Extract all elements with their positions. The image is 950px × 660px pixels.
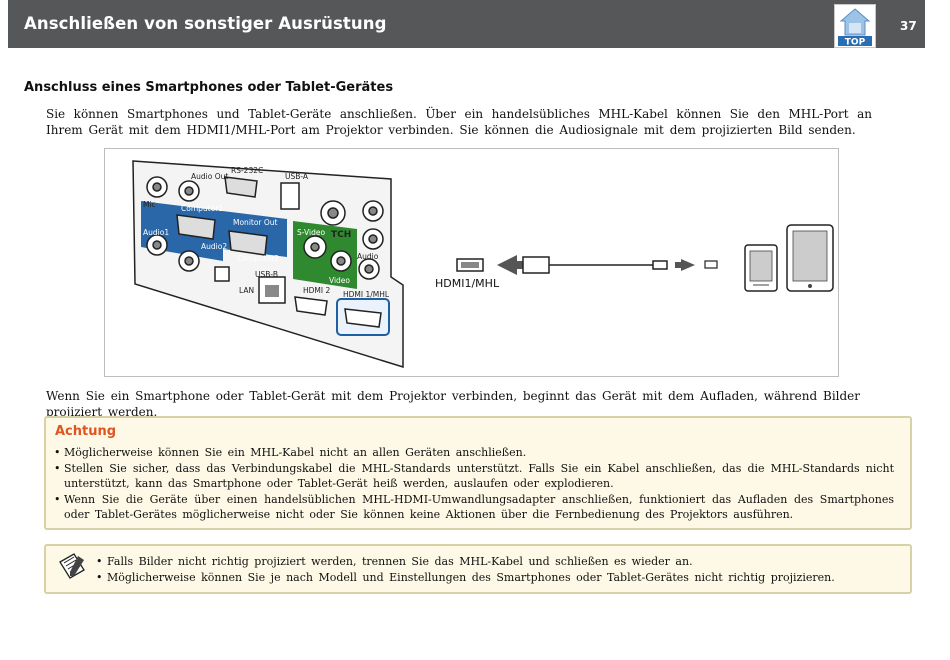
home-top-icon: TOP: [838, 8, 872, 48]
list-item: • Stellen Sie sicher, dass das Verbindung…: [54, 461, 894, 492]
section-title: Anschluss eines Smartphones oder Tablet-…: [24, 80, 394, 95]
label-computer2: Computer2: [237, 254, 279, 263]
label-rs232c: RS-232C: [231, 166, 263, 175]
cable-label: HDMI1/MHL: [435, 277, 500, 290]
label-hdmi2: HDMI 2: [303, 286, 330, 295]
connection-figure: Audio Out RS-232C USB-A Mic USB-B LAN HD…: [104, 148, 839, 377]
label-computer1: Computer1: [181, 204, 223, 213]
label-audio-out: Audio Out: [191, 172, 228, 181]
connection-diagram: Audio Out RS-232C USB-A Mic USB-B LAN HD…: [132, 160, 834, 369]
caution-box: Achtung • Möglicherweise können Sie ein M…: [44, 416, 912, 530]
tip-item-text: Möglicherweise können Sie je nach Modell…: [107, 571, 835, 584]
label-s-video: S-Video: [297, 228, 325, 237]
list-item: • Falls Bilder nicht richtig projiziert w…: [96, 554, 896, 570]
label-audio1: Audio1: [143, 228, 169, 237]
caution-item-text: Stellen Sie sicher, dass das Verbindungs…: [64, 461, 894, 491]
tip-item-text: Falls Bilder nicht richtig projiziert we…: [107, 555, 693, 568]
bullet-icon: •: [54, 492, 61, 506]
label-tch: TCH: [331, 230, 351, 240]
label-mic: Mic: [143, 200, 156, 209]
page-number: 37: [900, 19, 917, 33]
label-audio: Audio: [357, 252, 379, 261]
top-button-label: TOP: [845, 38, 866, 48]
notepad-pencil-icon: [59, 553, 85, 579]
tip-list: • Falls Bilder nicht richtig projiziert w…: [96, 554, 896, 586]
bullet-icon: •: [96, 571, 103, 584]
label-usb-b: USB-B: [255, 270, 278, 279]
label-hdmi1-mhl: HDMI 1/MHL: [343, 290, 390, 299]
bullet-icon: •: [96, 555, 103, 568]
label-audio2: Audio2: [201, 242, 227, 251]
header-bar: Anschließen von sonstiger Ausrüstung TOP…: [8, 0, 925, 48]
label-lan: LAN: [239, 286, 254, 295]
caution-list: • Möglicherweise können Sie ein MHL-Kabel…: [54, 445, 894, 523]
list-item: • Wenn Sie die Geräte über einen handelsü…: [54, 492, 894, 523]
bullet-icon: •: [54, 461, 61, 475]
label-monitor-out: Monitor Out: [233, 218, 278, 227]
label-video: Video: [329, 276, 350, 285]
list-item: • Möglicherweise können Sie ein MHL-Kabel…: [54, 445, 894, 461]
label-usb-a: USB-A: [285, 172, 309, 181]
tip-box: • Falls Bilder nicht richtig projiziert w…: [44, 544, 912, 594]
caution-title: Achtung: [55, 424, 117, 439]
list-item: • Möglicherweise können Sie je nach Model…: [96, 570, 896, 586]
page-title: Anschließen von sonstiger Ausrüstung: [24, 14, 387, 33]
caution-item-text: Möglicherweise können Sie ein MHL-Kabel …: [64, 446, 527, 459]
caution-item-text: Wenn Sie die Geräte über einen handelsüb…: [64, 492, 894, 522]
bullet-icon: •: [54, 446, 61, 459]
top-button[interactable]: TOP: [834, 4, 876, 48]
intro-paragraph: Sie können Smartphones und Tablet-Geräte…: [46, 107, 872, 137]
